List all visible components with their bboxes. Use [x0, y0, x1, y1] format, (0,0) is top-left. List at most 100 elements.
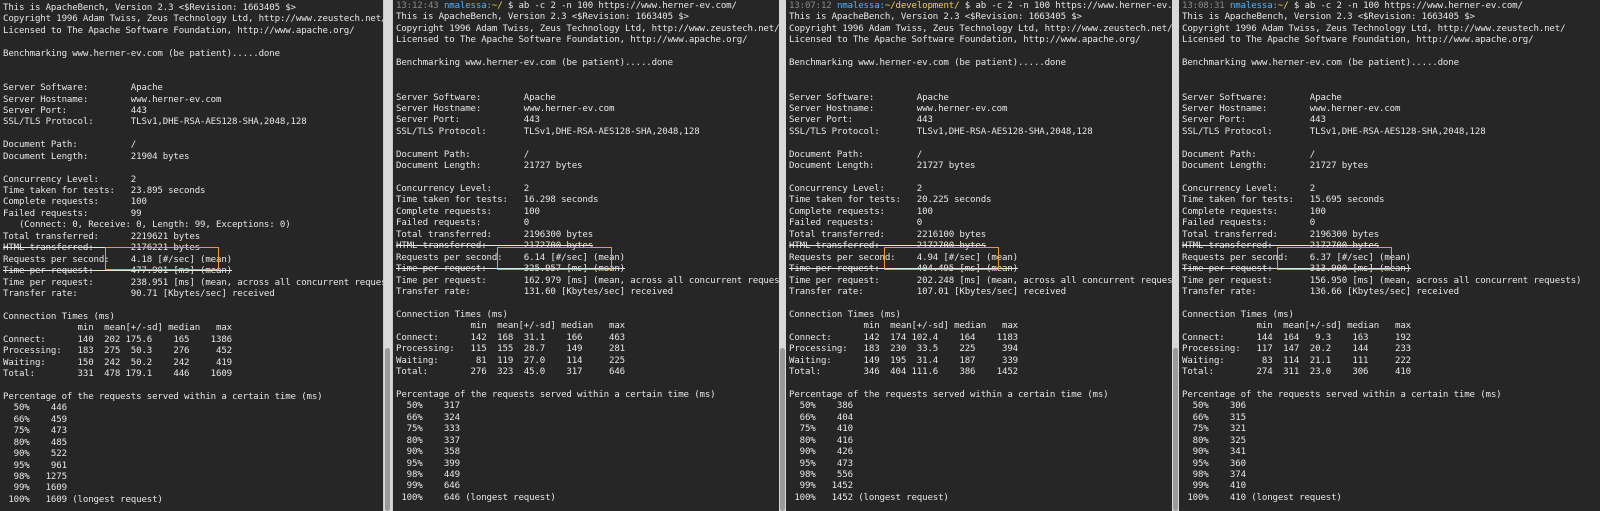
output-line: SSL/TLS Protocol: TLSv1,DHE-RSA-AES128-S…	[396, 126, 700, 137]
scrollbar-thumb-1[interactable]	[385, 348, 390, 511]
output-line: Server Port: 443	[1182, 115, 1326, 126]
output-line: Time per request: 325.957 [ms] (mean)	[396, 264, 625, 275]
output-line: SSL/TLS Protocol: TLSv1,DHE-RSA-AES128-S…	[789, 126, 1093, 137]
scrollbar-pane-1[interactable]	[384, 0, 392, 511]
output-line: Processing: 117 147 20.2 144 233	[1182, 344, 1411, 355]
output-line: Benchmarking www.herner-ev.com (be patie…	[789, 58, 1066, 69]
output-line: min mean[+/-sd] median max	[3, 323, 233, 334]
output-line: Document Path: /	[396, 149, 530, 160]
output-line: 100% 646 (longest request)	[396, 492, 556, 503]
output-line: Time per request: 202.248 [ms] (mean, ac…	[789, 275, 1172, 286]
output-line: SSL/TLS Protocol: TLSv1,DHE-RSA-AES128-S…	[3, 117, 307, 128]
output-line: Percentage of the requests served within…	[789, 389, 1109, 400]
output-line: Server Port: 443	[789, 115, 933, 126]
output-line: Total transferred: 2196300 bytes	[396, 229, 594, 240]
output-line: Transfer rate: 131.60 [Kbytes/sec] recei…	[396, 286, 673, 297]
prompt-user-host: nmalessa:	[443, 1, 492, 11]
prompt-timestamp: 13:08:31	[1182, 1, 1225, 11]
terminal-pane-1[interactable]: This is ApacheBench, Version 2.3 <$Revis…	[0, 0, 383, 511]
output-line: 80% 325	[1182, 435, 1246, 446]
output-line: Percentage of the requests served within…	[3, 391, 323, 402]
output-line: Transfer rate: 136.66 [Kbytes/sec] recei…	[1182, 286, 1459, 297]
output-line: Total transferred: 2216100 bytes	[789, 229, 987, 240]
output-line: Waiting: 150 242 50.2 242 419	[3, 357, 232, 368]
output-line: Document Path: /	[789, 149, 923, 160]
output-line: 98% 374	[1182, 469, 1246, 480]
output-line: Failed requests: 99	[3, 208, 142, 219]
output-line: min mean[+/-sd] median max	[396, 321, 626, 332]
scrollbar-thumb-2[interactable]	[780, 348, 785, 511]
output-line: Requests per second: 4.94 [#/sec] (mean)	[789, 252, 1018, 263]
output-line: Total: 346 404 111.6 386 1452	[789, 367, 1018, 377]
output-line: Total: 276 323 45.0 317 646	[396, 367, 625, 377]
output-line: Percentage of the requests served within…	[396, 389, 716, 400]
output-line: Copyright 1996 Adam Twiss, Zeus Technolo…	[396, 23, 779, 34]
output-line: HTML transferred: 2172700 bytes	[1182, 241, 1380, 252]
output-line: 80% 337	[396, 435, 460, 446]
prompt-path: ~/	[491, 1, 503, 11]
output-line: 66% 315	[1182, 412, 1246, 423]
output-line: Time per request: 238.951 [ms] (mean, ac…	[3, 277, 383, 288]
output-line: Total: 274 311 23.0 306 410	[1182, 367, 1411, 377]
output-line: min mean[+/-sd] median max	[1182, 321, 1412, 332]
output-line: Time per request: 477.901 [ms] (mean)	[3, 266, 232, 277]
output-line: Licensed to The Apache Software Foundati…	[1182, 35, 1534, 46]
output-line: Copyright 1996 Adam Twiss, Zeus Technolo…	[1182, 23, 1566, 34]
output-line: Requests per second: 6.14 [#/sec] (mean)	[396, 252, 625, 263]
output-line: 95% 360	[1182, 458, 1246, 469]
terminal-pane-4[interactable]: 13:08:31 nmalessa:~/ $ ab -c 2 -n 100 ht…	[1179, 0, 1600, 511]
prompt-command: $ ab -c 2 -n 100 https://www.herner-ev.c…	[959, 1, 1172, 11]
output-line: HTML transferred: 2172700 bytes	[396, 241, 594, 252]
output-line: 75% 321	[1182, 424, 1246, 435]
output-line: Requests per second: 4.18 [#/sec] (mean)	[3, 254, 232, 265]
prompt-timestamp: 13:07:12	[789, 1, 832, 11]
output-line: Time per request: 156.950 [ms] (mean, ac…	[1182, 275, 1582, 286]
output-line: 66% 324	[396, 412, 460, 423]
output-line: 99% 410	[1182, 481, 1246, 492]
output-line: Failed requests: 0	[789, 218, 923, 229]
output-line: 90% 341	[1182, 447, 1246, 458]
output-line: 50% 317	[396, 401, 460, 412]
output-line: Connection Times (ms)	[789, 309, 901, 320]
output-line: Processing: 183 275 50.3 276 452	[3, 346, 232, 357]
output-line: Server Port: 443	[3, 105, 147, 116]
output-line: Time taken for tests: 15.695 seconds	[1182, 195, 1385, 206]
output-line: Server Software: Apache	[789, 92, 949, 103]
output-line: Document Path: /	[3, 140, 137, 151]
output-line: Benchmarking www.herner-ev.com (be patie…	[3, 48, 280, 59]
output-line: Total transferred: 2219621 bytes	[3, 231, 201, 242]
output-line: 100% 1609 (longest request)	[3, 494, 163, 505]
command-prompt: 13:08:31 nmalessa:~/ $ ab -c 2 -n 100 ht…	[1182, 1, 1581, 12]
output-line: This is ApacheBench, Version 2.3 <$Revis…	[396, 12, 689, 23]
output-line: This is ApacheBench, Version 2.3 <$Revis…	[3, 3, 296, 13]
output-line: Server Software: Apache	[1182, 92, 1342, 103]
output-line: Document Length: 21727 bytes	[789, 161, 976, 172]
output-line: 50% 386	[789, 401, 853, 412]
output-line: HTML transferred: 2172700 bytes	[789, 241, 987, 252]
command-prompt: 13:07:12 nmalessa:~/development/ $ ab -c…	[789, 1, 1172, 12]
output-line: Failed requests: 0	[396, 218, 530, 229]
output-line: 90% 358	[396, 447, 460, 458]
terminal-pane-3[interactable]: 13:07:12 nmalessa:~/development/ $ ab -c…	[786, 0, 1172, 511]
output-line: Time per request: 313.900 [ms] (mean)	[1182, 264, 1411, 275]
output-line: Connection Times (ms)	[1182, 309, 1294, 320]
scrollbar-thumb-3[interactable]	[1173, 348, 1178, 511]
output-line: Processing: 183 230 33.5 225 394	[789, 344, 1018, 355]
output-line: Server Software: Apache	[3, 83, 163, 94]
terminal-pane-2[interactable]: 13:12:43 nmalessa:~/ $ ab -c 2 -n 100 ht…	[393, 0, 779, 511]
